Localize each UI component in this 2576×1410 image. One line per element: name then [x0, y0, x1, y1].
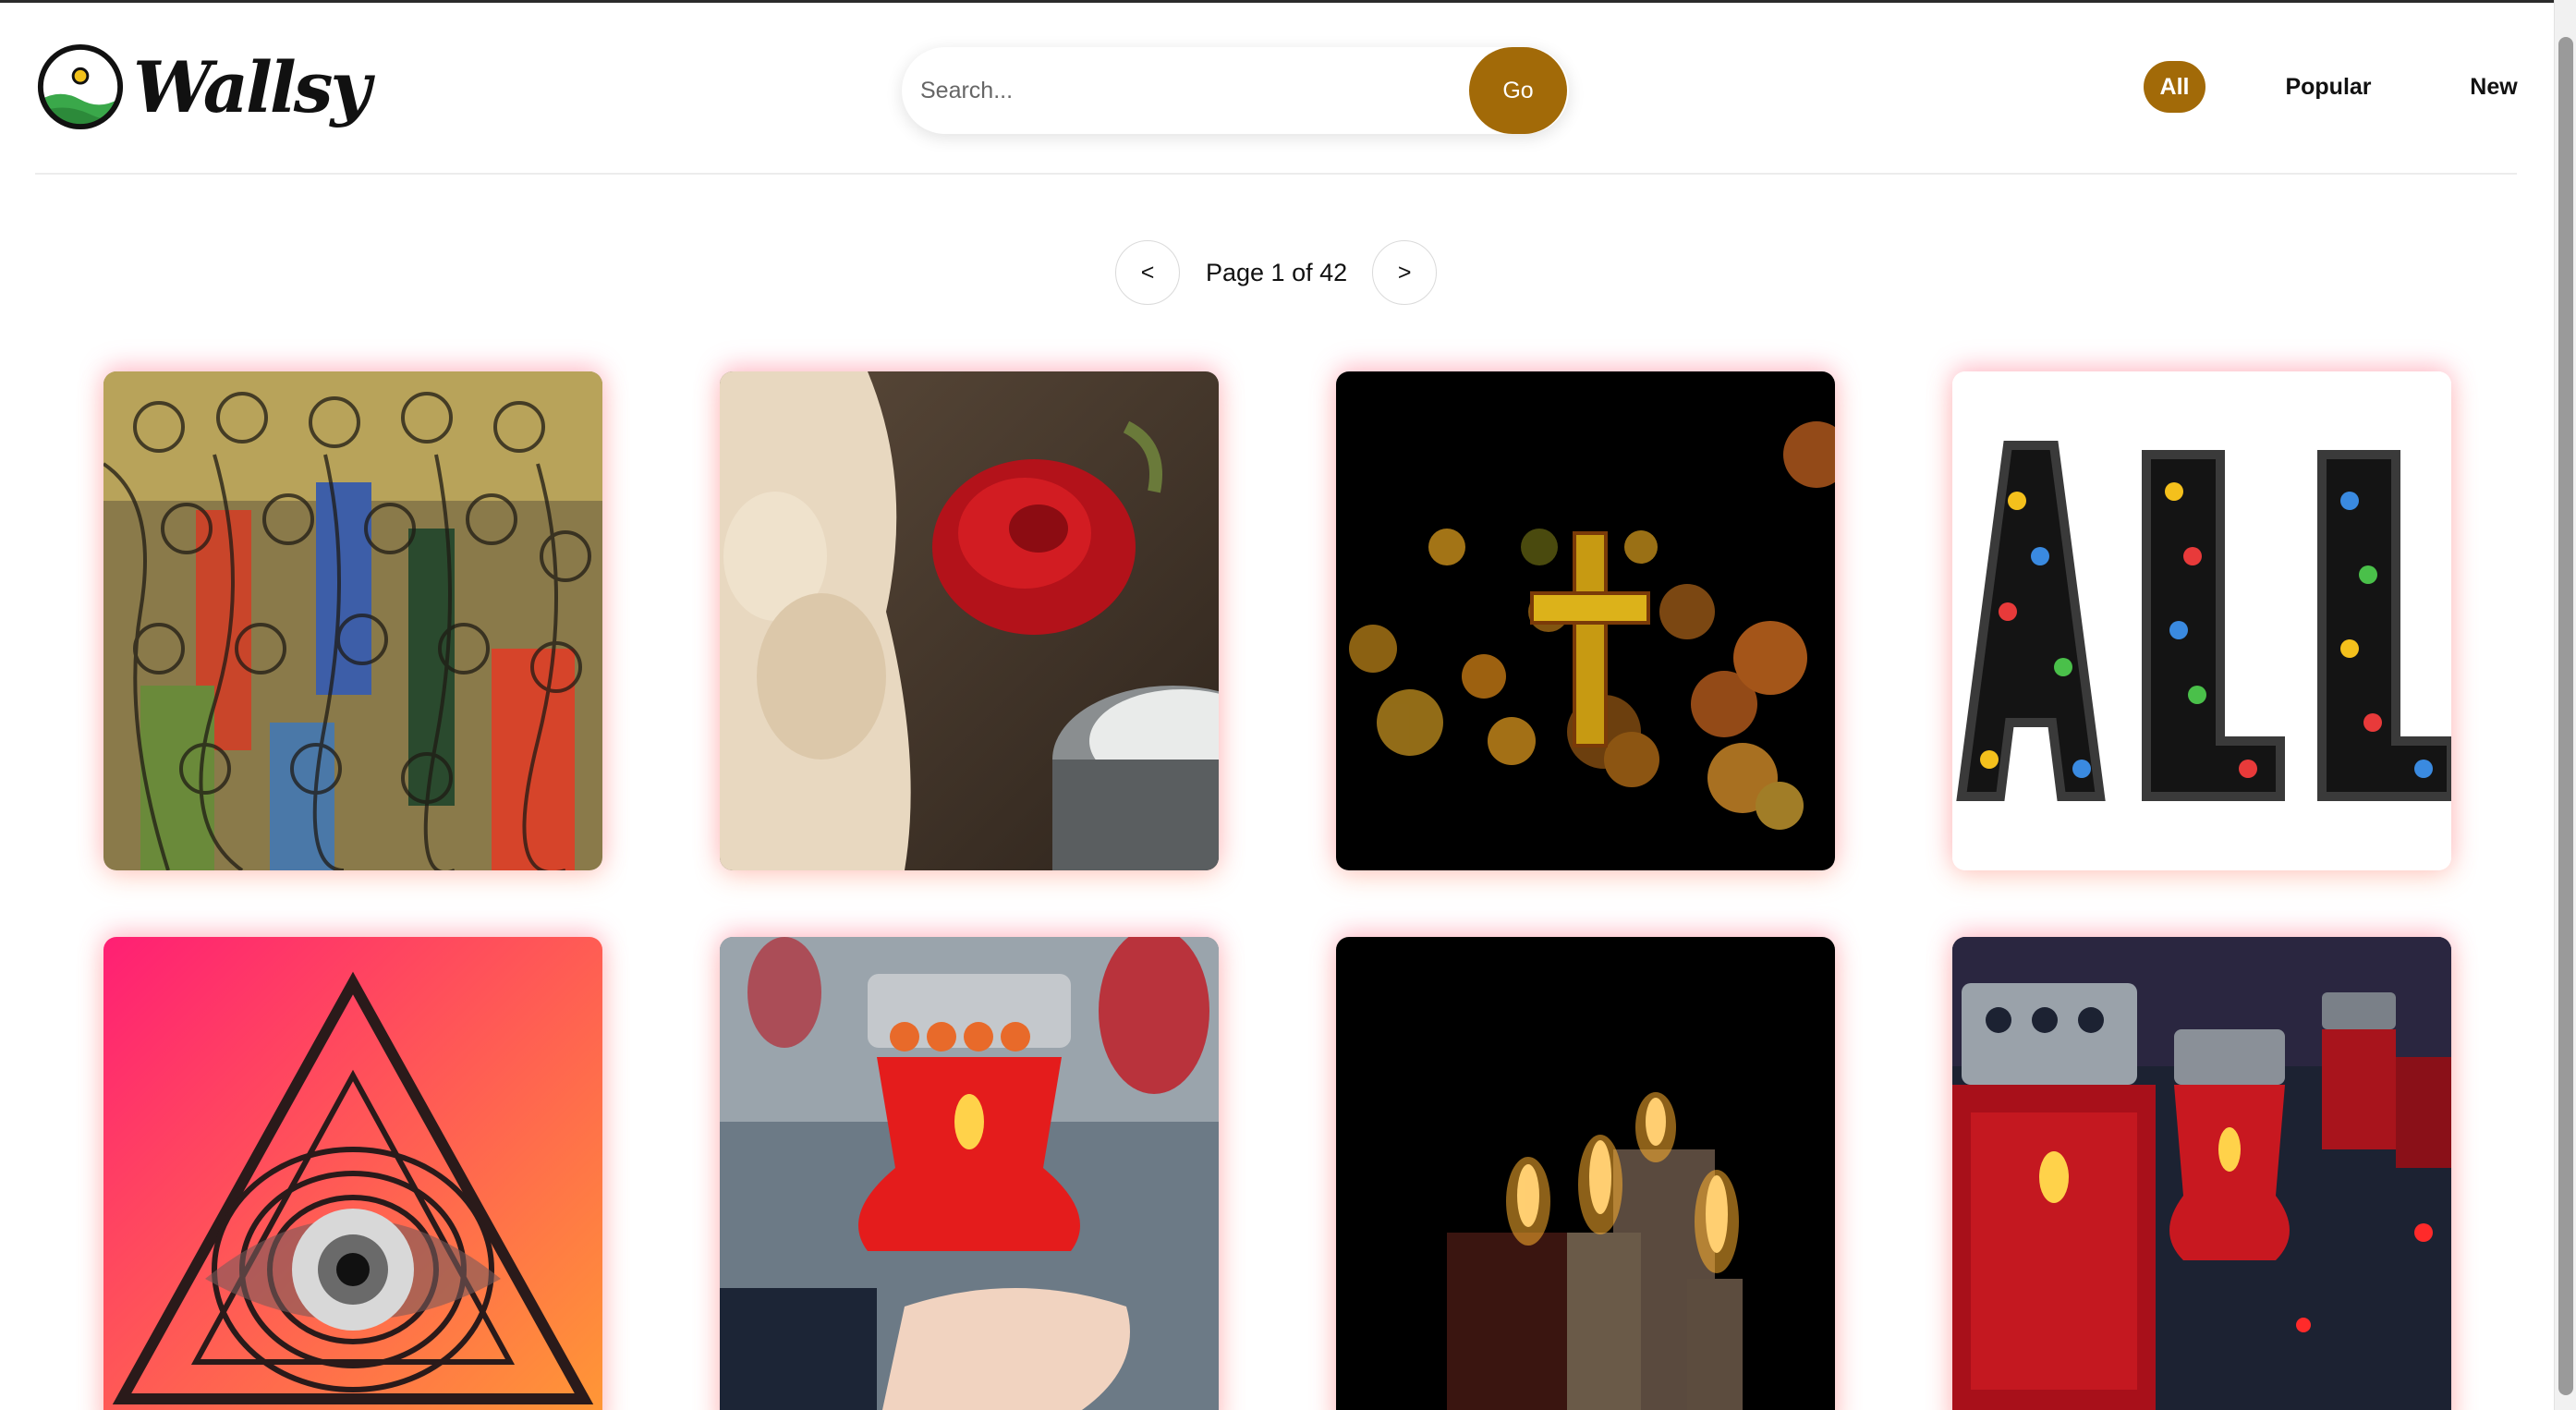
brand-name: Wallsy — [133, 45, 371, 128]
prev-page-button[interactable]: < — [1115, 240, 1180, 305]
wallpaper-card[interactable] — [1952, 937, 2451, 1410]
wallpaper-card[interactable] — [1952, 371, 2451, 870]
filter-new-tab[interactable]: New — [2452, 61, 2535, 113]
wallpaper-card[interactable] — [103, 371, 602, 870]
wallpaper-card[interactable] — [1336, 937, 1835, 1410]
wallpaper-image — [720, 371, 1219, 870]
wallpaper-image — [1952, 371, 2451, 870]
page: Wallsy Go All Popular New < Page 1 of 42… — [0, 0, 2554, 1410]
wallpaper-image — [103, 937, 602, 1410]
wallpaper-image — [1336, 371, 1835, 870]
scrollbar-thumb[interactable] — [2558, 37, 2573, 1395]
wallpaper-image — [103, 371, 602, 870]
wallpaper-card[interactable] — [720, 371, 1219, 870]
logo[interactable]: Wallsy — [35, 42, 371, 132]
page-indicator: Page 1 of 42 — [1206, 258, 1348, 286]
header: Wallsy Go All Popular New — [35, 3, 2518, 175]
wallpaper-image — [1952, 937, 2451, 1410]
vertical-scrollbar[interactable] — [2554, 0, 2576, 1410]
wallpaper-card[interactable] — [720, 937, 1219, 1410]
next-page-button[interactable]: > — [1372, 240, 1438, 305]
window-top-border — [0, 0, 2576, 3]
filter-all-tab[interactable]: All — [2144, 61, 2205, 113]
landscape-logo-icon — [37, 43, 124, 130]
search-go-button[interactable]: Go — [1469, 47, 1567, 134]
pagination: < Page 1 of 42 > — [1115, 240, 1438, 305]
wallpaper-card[interactable] — [103, 937, 602, 1410]
search-input[interactable] — [902, 47, 1475, 134]
filter-popular-tab[interactable]: Popular — [2254, 61, 2402, 113]
search-bar: Go — [902, 47, 1569, 134]
wallpaper-image — [720, 937, 1219, 1410]
wallpaper-image — [1336, 937, 1835, 1410]
wallpaper-card[interactable] — [1336, 371, 1835, 870]
